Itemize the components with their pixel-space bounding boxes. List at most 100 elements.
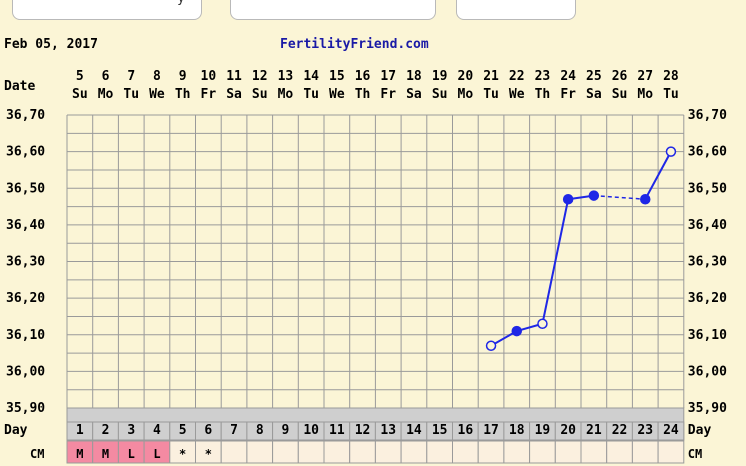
date-tick-label: 24 (560, 69, 576, 84)
fertility-chart: y Feb 05, 2017 FertilityFriend.com Date5… (0, 0, 746, 466)
cm-value: L (128, 447, 135, 461)
cm-cell (477, 440, 505, 464)
weekday-tick-label: Tu (303, 87, 319, 102)
cm-cell (452, 440, 479, 464)
weekday-tick-label: Su (432, 87, 448, 102)
day-tick-label: 4 (153, 423, 161, 438)
temp-point-open (537, 318, 548, 330)
cm-cell (323, 440, 351, 464)
date-tick-label: 8 (153, 69, 161, 84)
cm-cell (272, 440, 299, 464)
day-tick-label: 15 (432, 423, 448, 438)
day-tick-label: 11 (329, 423, 345, 438)
date-tick-label: 16 (355, 69, 371, 84)
y-tick-label-right: 36,60 (688, 145, 727, 160)
weekday-tick-label: Mo (637, 87, 653, 102)
weekday-tick-label: Tu (483, 87, 499, 102)
y-tick-label-right: 35,90 (688, 401, 727, 416)
cm-row-label-right: CM (688, 447, 702, 461)
weekday-tick-label: Su (72, 87, 88, 102)
cm-cell (400, 440, 428, 464)
weekday-tick-label: We (329, 87, 345, 102)
weekday-tick-label: Th (175, 87, 191, 102)
weekday-tick-label: Th (355, 87, 371, 102)
day-tick-label: 24 (663, 423, 679, 438)
day-tick-label: 19 (535, 423, 551, 438)
y-tick-label-left: 36,50 (6, 181, 45, 196)
cm-cell (220, 440, 248, 464)
day-tick-label: 22 (612, 423, 628, 438)
y-tick-label-left: 36,70 (6, 108, 45, 123)
y-tick-label-right: 36,70 (688, 108, 727, 123)
weekday-tick-label: Th (535, 87, 551, 102)
day-tick-label: 18 (509, 423, 525, 438)
day-tick-label: 23 (637, 423, 653, 438)
y-tick-label-right: 36,50 (688, 181, 727, 196)
y-tick-label-left: 35,90 (6, 401, 45, 416)
date-tick-label: 26 (612, 69, 628, 84)
weekday-tick-label: Sa (586, 87, 602, 102)
day-tick-label: 16 (458, 423, 474, 438)
y-tick-label-right: 36,00 (688, 364, 727, 379)
y-tick-label-right: 36,40 (688, 218, 727, 233)
day-tick-label: 8 (256, 423, 264, 438)
weekday-tick-label: Tu (123, 87, 139, 102)
date-row-label: Date (4, 79, 35, 94)
day-tick-label: 12 (355, 423, 371, 438)
cm-cell (426, 440, 453, 464)
weekday-tick-label: Mo (278, 87, 294, 102)
y-tick-label-left: 36,60 (6, 145, 45, 160)
date-tick-label: 9 (179, 69, 187, 84)
cm-value: M (76, 447, 83, 461)
cm-cell (246, 440, 274, 464)
weekday-tick-label: Mo (458, 87, 474, 102)
date-tick-label: 14 (303, 69, 319, 84)
date-tick-label: 20 (458, 69, 474, 84)
chart-date: Feb 05, 2017 (4, 37, 98, 52)
site-name: FertilityFriend.com (280, 37, 429, 52)
date-tick-label: 17 (380, 69, 396, 84)
cm-cell (349, 440, 376, 464)
cm-cell (374, 440, 402, 464)
day-tick-label: 20 (560, 423, 576, 438)
weekday-tick-label: Su (252, 87, 268, 102)
cm-cell (631, 440, 659, 464)
cm-value: L (153, 447, 160, 461)
cm-cell (606, 440, 633, 464)
date-tick-label: 11 (226, 69, 242, 84)
weekday-tick-label: Mo (98, 87, 114, 102)
date-tick-label: 23 (535, 69, 551, 84)
cm-cell (503, 440, 531, 464)
y-tick-label-left: 36,40 (6, 218, 45, 233)
day-tick-label: 14 (406, 423, 422, 438)
weekday-tick-label: We (149, 87, 165, 102)
weekday-tick-label: Su (612, 87, 628, 102)
cm-cell (529, 440, 556, 464)
date-tick-label: 15 (329, 69, 345, 84)
date-tick-label: 12 (252, 69, 268, 84)
y-tick-label-left: 36,20 (6, 291, 45, 306)
cm-cell (580, 440, 608, 464)
y-tick-label-left: 36,00 (6, 364, 45, 379)
date-tick-label: 6 (102, 69, 110, 84)
day-tick-label: 21 (586, 423, 602, 438)
day-tick-label: 5 (179, 423, 187, 438)
temp-point (588, 190, 600, 201)
date-tick-label: 5 (76, 69, 84, 84)
date-tick-label: 21 (483, 69, 499, 84)
day-row-label-right: Day (688, 423, 712, 438)
cm-value: * (205, 447, 212, 461)
day-tick-label: 9 (282, 423, 290, 438)
temp-point (562, 193, 574, 205)
weekday-tick-label: Fr (380, 87, 396, 102)
weekday-tick-label: We (509, 87, 525, 102)
y-tick-label-left: 36,30 (6, 255, 45, 270)
y-tick-label-right: 36,30 (688, 255, 727, 270)
temp-point-open (665, 146, 677, 157)
date-tick-label: 13 (278, 69, 294, 84)
weekday-tick-label: Tu (663, 87, 679, 102)
date-tick-label: 28 (663, 69, 679, 84)
date-tick-label: 7 (127, 69, 135, 84)
temp-point (511, 325, 522, 337)
day-tick-label: 10 (303, 423, 319, 438)
